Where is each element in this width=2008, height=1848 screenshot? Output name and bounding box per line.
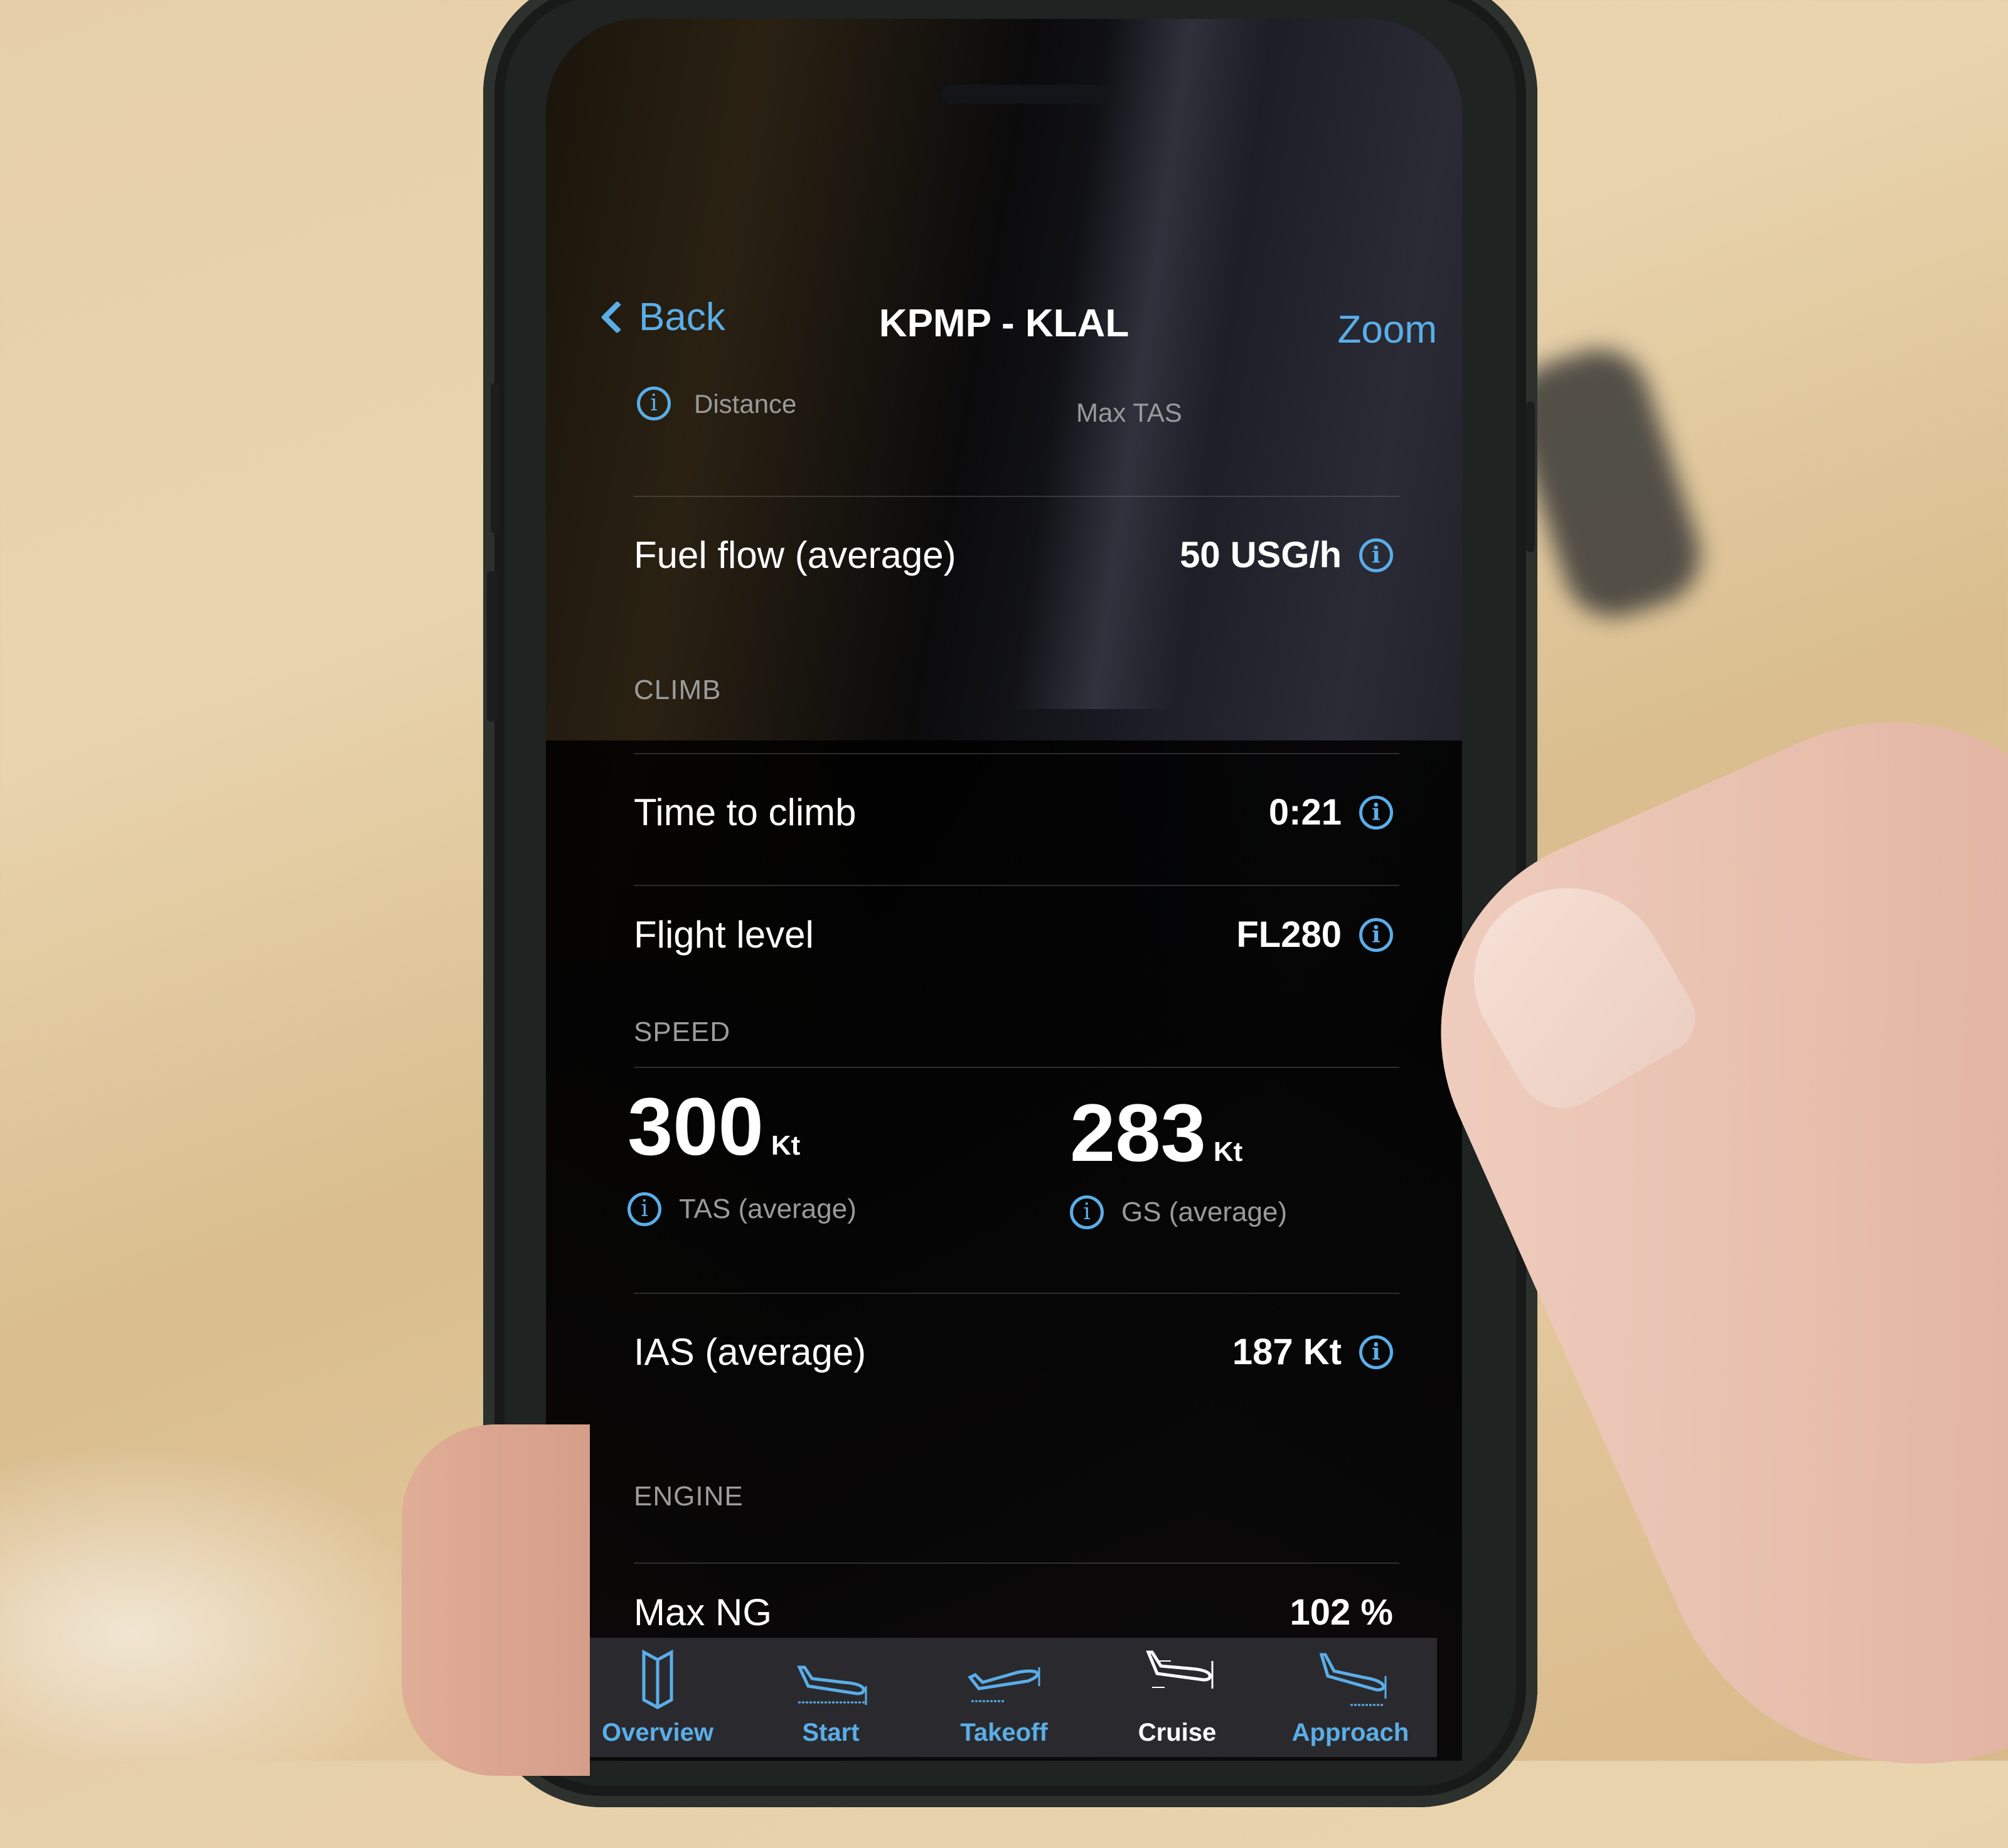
tab-label: Cruise <box>1138 1719 1217 1746</box>
tab-start[interactable]: Start <box>749 1648 912 1747</box>
max-ng-label: Max NG <box>634 1591 772 1633</box>
tab-overview[interactable]: Overview <box>576 1648 739 1747</box>
holding-fingers <box>402 1424 590 1776</box>
section-header-engine: ENGINE <box>634 1481 744 1512</box>
zoom-button[interactable]: Zoom <box>1338 307 1437 352</box>
app-screen: Back KPMP - KLAL Zoom i Distance Max TAS… <box>546 19 1462 1761</box>
background-table <box>0 1443 439 1761</box>
ias-label: IAS (average) <box>634 1331 867 1373</box>
tas-unit: Kt <box>771 1130 801 1161</box>
row-max-ng[interactable]: Max NG 102 % <box>634 1591 1393 1634</box>
plane-cruise-icon <box>1146 1650 1214 1689</box>
fuel-flow-value: 50 USG/h <box>1180 535 1342 575</box>
earpiece-speaker <box>941 85 1111 104</box>
tab-takeoff[interactable]: Takeoff <box>922 1648 1086 1747</box>
gs-label: GS (average) <box>1121 1197 1288 1227</box>
row-time-to-climb[interactable]: Time to climb 0:21 i <box>634 791 1393 834</box>
flight-level-value: FL280 <box>1236 914 1342 955</box>
section-header-climb: CLIMB <box>634 675 722 705</box>
tab-label: Start <box>802 1719 860 1746</box>
divider <box>634 753 1399 754</box>
tas-caption: i TAS (average) <box>628 1192 857 1226</box>
volume-down-button <box>487 571 497 722</box>
ias-value: 187 Kt <box>1232 1332 1342 1372</box>
screen-reflection <box>1012 19 1273 709</box>
divider <box>634 1067 1399 1068</box>
info-icon[interactable]: i <box>1359 795 1393 830</box>
tab-cruise[interactable]: Cruise <box>1096 1648 1259 1747</box>
page-title: KPMP - KLAL <box>878 302 1130 345</box>
gs-number: 283 <box>1070 1087 1206 1178</box>
info-icon[interactable]: i <box>1070 1195 1104 1229</box>
map-icon <box>642 1649 673 1709</box>
section-header-speed: SPEED <box>634 1017 731 1047</box>
flight-level-label: Flight level <box>634 914 814 956</box>
tab-label: Overview <box>602 1719 713 1746</box>
distance-label: Distance <box>694 389 797 419</box>
time-to-climb-label: Time to climb <box>634 791 857 833</box>
plane-approach-icon <box>1319 1653 1387 1706</box>
max-tas-label: Max TAS <box>1076 398 1182 427</box>
navigation-bar: Back KPMP - KLAL Zoom <box>546 276 1462 351</box>
divider <box>634 885 1399 886</box>
tab-label: Approach <box>1291 1719 1409 1746</box>
summary-stats: i Distance Max TAS <box>546 370 1462 446</box>
tas-number: 300 <box>628 1081 764 1172</box>
plane-takeoff-icon <box>968 1667 1040 1702</box>
tas-value: 300 Kt <box>628 1079 800 1173</box>
info-icon[interactable]: i <box>1359 538 1393 572</box>
tas-label: TAS (average) <box>679 1194 857 1224</box>
fuel-flow-label: Fuel flow (average) <box>634 534 956 576</box>
gs-value: 283 Kt <box>1070 1086 1242 1180</box>
divider <box>634 1562 1399 1564</box>
row-fuel-flow[interactable]: Fuel flow (average) 50 USG/h i <box>634 533 1393 577</box>
tab-bar: Overview Start Takeoff Cruise Approach <box>571 1638 1437 1757</box>
power-button <box>1526 402 1535 552</box>
max-ng-value: 102 % <box>1290 1592 1393 1633</box>
divider <box>634 1293 1399 1294</box>
row-ias[interactable]: IAS (average) 187 Kt i <box>634 1330 1393 1374</box>
plane-taxi-icon <box>797 1665 867 1705</box>
divider <box>634 496 1399 497</box>
info-icon[interactable]: i <box>637 387 671 420</box>
tab-approach[interactable]: Approach <box>1269 1648 1432 1747</box>
time-to-climb-value: 0:21 <box>1268 792 1342 833</box>
volume-up-button <box>491 383 499 533</box>
info-icon[interactable]: i <box>1359 917 1393 952</box>
info-icon[interactable]: i <box>628 1192 661 1226</box>
gs-caption: i GS (average) <box>1070 1195 1287 1229</box>
tab-label: Takeoff <box>960 1719 1048 1746</box>
gs-unit: Kt <box>1213 1136 1243 1167</box>
row-flight-level[interactable]: Flight level FL280 i <box>634 913 1393 956</box>
info-icon[interactable]: i <box>1359 1335 1393 1369</box>
